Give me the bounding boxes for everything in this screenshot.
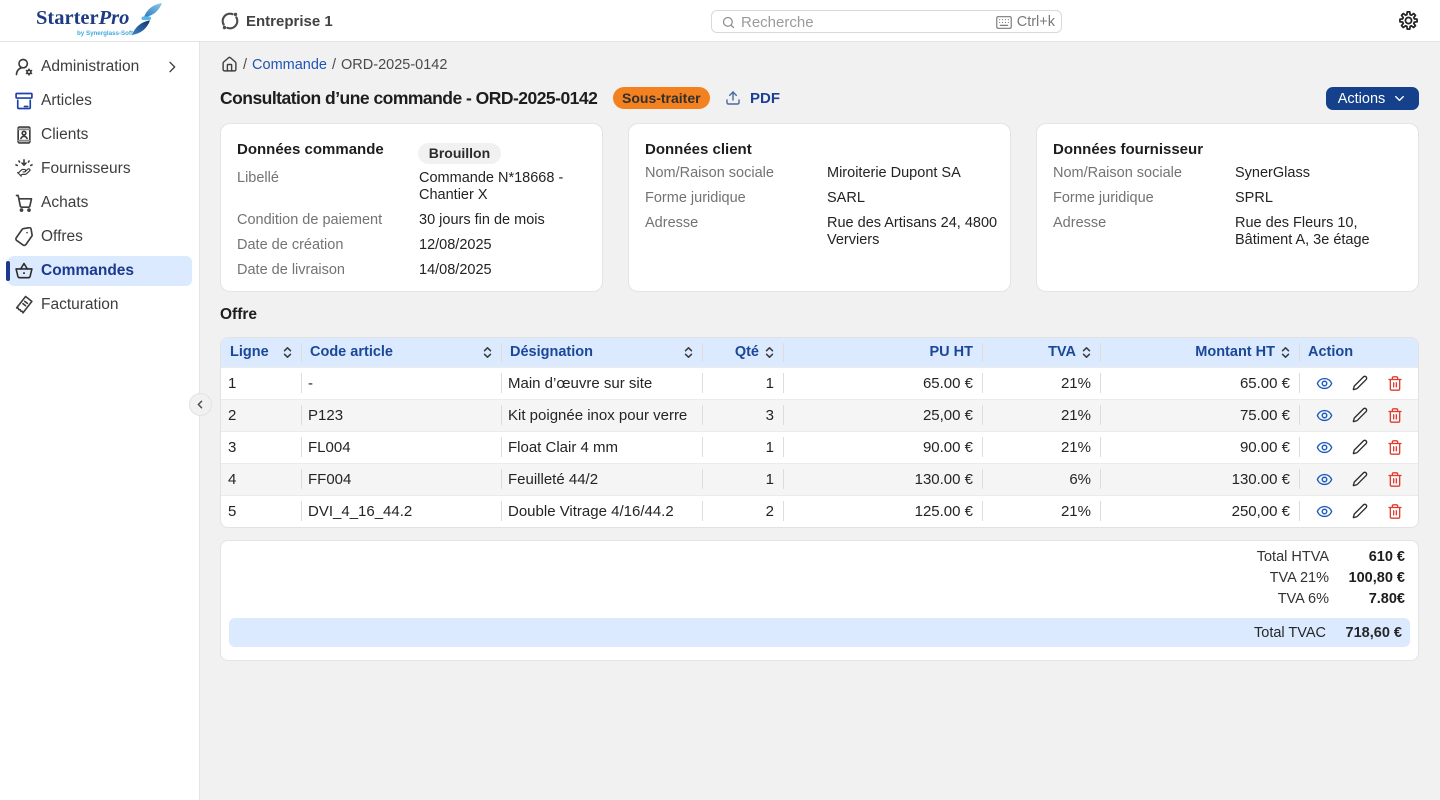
svg-text:by Synerglass-Soft: by Synerglass-Soft [77,30,133,37]
svg-text:StarterPro: StarterPro [36,7,129,29]
